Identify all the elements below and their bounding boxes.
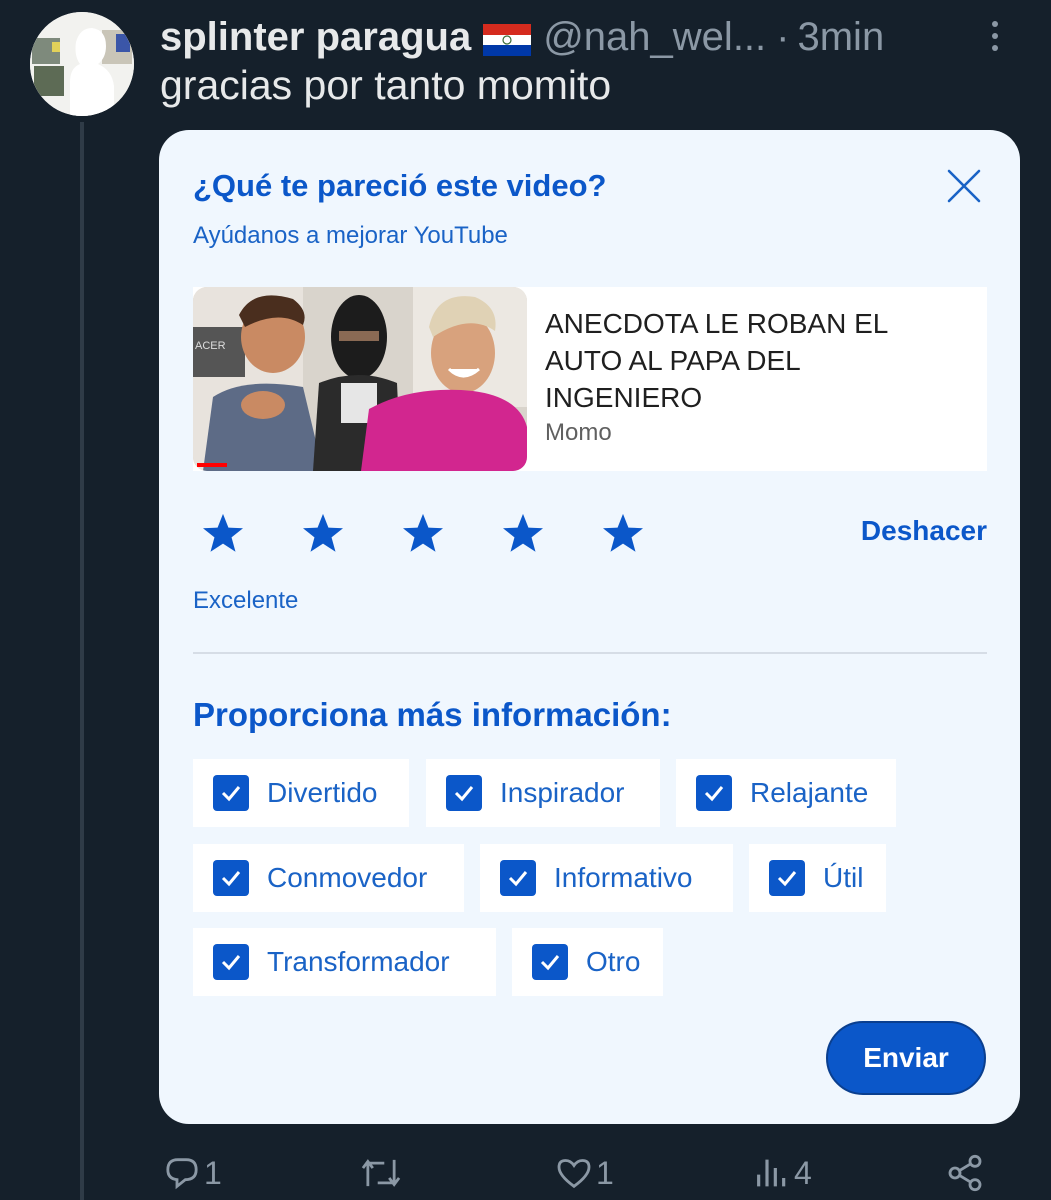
heart-icon[interactable] xyxy=(554,1153,594,1193)
like-count: 1 xyxy=(596,1154,614,1191)
share-icon[interactable] xyxy=(945,1153,985,1193)
like-action[interactable]: 1 xyxy=(554,1148,614,1198)
option-label: Divertido xyxy=(267,777,378,808)
views-action[interactable]: 4 xyxy=(752,1148,812,1198)
option-inspirador[interactable]: Inspirador xyxy=(426,759,660,827)
reply-count: 1 xyxy=(204,1154,222,1191)
option-label: Transformador xyxy=(267,946,450,977)
checkbox-checked-icon[interactable] xyxy=(213,775,249,811)
avatar[interactable] xyxy=(30,12,134,116)
star-1-icon[interactable] xyxy=(193,508,253,558)
option-transformador[interactable]: Transformador xyxy=(193,928,496,996)
option-label: Útil xyxy=(823,862,864,893)
checkbox-checked-icon[interactable] xyxy=(769,860,805,896)
views-chart-icon[interactable] xyxy=(752,1153,792,1193)
close-icon[interactable] xyxy=(946,168,982,204)
author-handle[interactable]: @nah_wel... xyxy=(543,15,766,60)
more-info-heading: Proporciona más información: xyxy=(193,696,672,733)
reply-icon[interactable] xyxy=(162,1153,202,1193)
video-channel: Momo xyxy=(545,419,612,446)
share-action[interactable] xyxy=(945,1148,985,1198)
star-4-icon[interactable] xyxy=(493,508,553,558)
thumbnail-acer-text: ACER xyxy=(195,340,226,352)
video-title[interactable]: ANECDOTA LE ROBAN EL AUTO AL PAPA DEL IN… xyxy=(545,305,945,416)
checkbox-checked-icon[interactable] xyxy=(532,944,568,980)
checkbox-checked-icon[interactable] xyxy=(696,775,732,811)
checkbox-checked-icon[interactable] xyxy=(446,775,482,811)
tweet-time[interactable]: 3min xyxy=(797,15,884,60)
undo-button[interactable]: Deshacer xyxy=(861,515,987,547)
option-label: Conmovedor xyxy=(267,862,428,893)
checkbox-checked-icon[interactable] xyxy=(213,944,249,980)
star-5-icon[interactable] xyxy=(593,508,653,558)
separator-dot: · xyxy=(776,14,790,59)
option-relajante[interactable]: Relajante xyxy=(676,759,896,827)
checkbox-checked-icon[interactable] xyxy=(500,860,536,896)
star-2-icon[interactable] xyxy=(293,508,353,558)
tweet-text: gracias por tanto momito xyxy=(160,62,612,108)
option-conmovedor[interactable]: Conmovedor xyxy=(193,844,464,912)
option-label: Inspirador xyxy=(500,777,625,808)
video-preview[interactable]: ACER ANECDOTA LE ROBAN EL AUTO AL PAPA D xyxy=(193,287,987,471)
divider xyxy=(193,652,987,654)
option-divertido[interactable]: Divertido xyxy=(193,759,409,827)
option-otro[interactable]: Otro xyxy=(512,928,663,996)
checkbox-checked-icon[interactable] xyxy=(213,860,249,896)
option-label: Relajante xyxy=(750,777,869,808)
author-name[interactable]: splinter paragua xyxy=(160,15,471,60)
more-options-icon[interactable] xyxy=(985,18,1005,54)
retweet-action[interactable] xyxy=(358,1148,404,1198)
reply-action[interactable]: 1 xyxy=(162,1148,222,1198)
rating-label: Excelente xyxy=(193,587,299,614)
option-informativo[interactable]: Informativo xyxy=(480,844,733,912)
star-rating[interactable] xyxy=(193,508,693,558)
video-thumbnail[interactable]: ACER xyxy=(193,287,527,471)
option-util[interactable]: Útil xyxy=(749,844,886,912)
thread-line xyxy=(80,122,84,1200)
retweet-icon[interactable] xyxy=(358,1153,404,1193)
tweet-header: splinter paragua @nah_wel... · 3min xyxy=(160,12,884,62)
paraguay-flag-icon xyxy=(483,21,532,56)
send-button[interactable]: Enviar xyxy=(826,1021,986,1095)
feedback-card: ¿Qué te pareció este video? Ayúdanos a m… xyxy=(159,130,1020,1124)
option-label: Otro xyxy=(586,946,641,977)
option-label: Informativo xyxy=(554,862,693,893)
views-count: 4 xyxy=(794,1154,812,1191)
card-title: ¿Qué te pareció este video? xyxy=(193,168,607,203)
star-3-icon[interactable] xyxy=(393,508,453,558)
card-subtitle: Ayúdanos a mejorar YouTube xyxy=(193,222,508,249)
